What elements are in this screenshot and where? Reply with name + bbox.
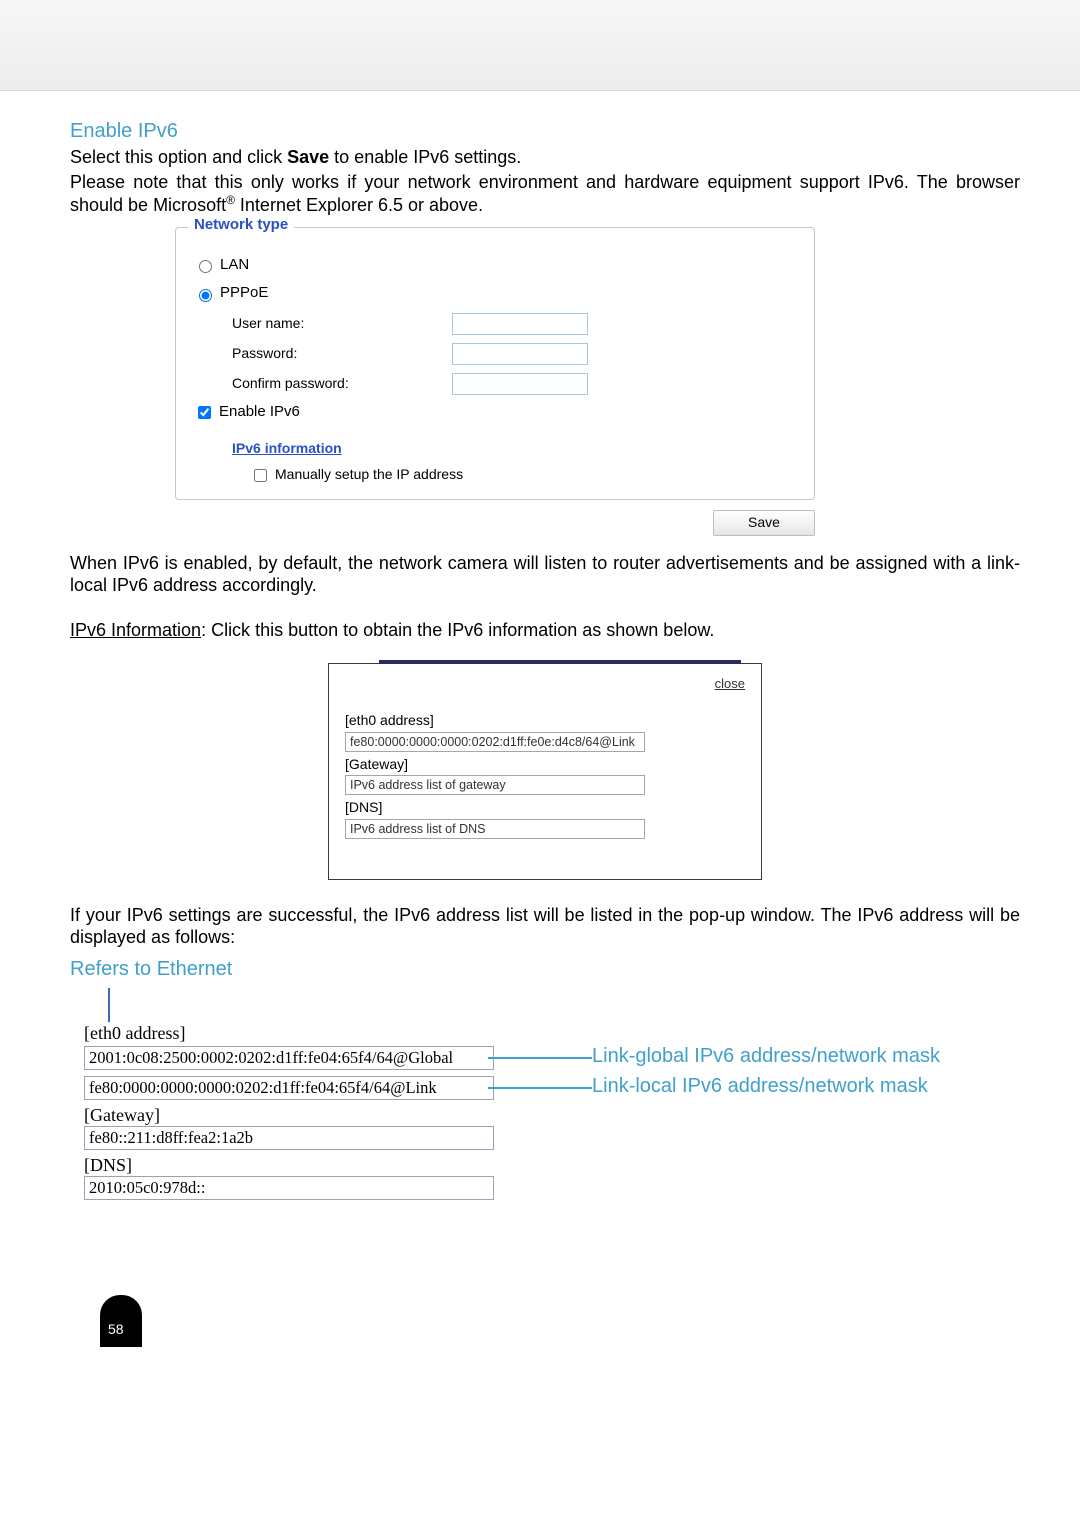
popup-dns-label: [DNS] [345,799,745,817]
password-label: Password: [232,345,452,363]
lan-radio[interactable] [199,260,212,273]
network-type-legend: Network type [188,216,294,235]
annotated-ipv6-diagram: [eth0 address] [eth0 address] 2001:0c08:… [70,988,1020,1218]
ipv6-information-link[interactable]: IPv6 information [232,440,342,458]
popup-gateway-value: IPv6 address list of gateway [345,775,645,795]
intro-line2b: Internet Explorer 6.5 or above. [235,195,483,215]
enable-ipv6-checkbox[interactable] [198,406,211,419]
callout-global: Link-global IPv6 address/network mask [592,1044,940,1069]
confirm-password-label: Confirm password: [232,375,452,393]
save-button[interactable]: Save [713,510,815,536]
popup-close-link[interactable]: close [345,676,745,692]
intro-line2a: Please note that this only works if your… [70,172,1020,216]
lan-radio-row[interactable]: LAN [194,256,796,275]
lan-radio-label: LAN [220,256,249,275]
pppoe-radio-row[interactable]: PPPoE [194,284,796,303]
callout-line-global [488,1057,592,1059]
manual-ip-label: Manually setup the IP address [275,466,463,484]
pppoe-radio-label: PPPoE [220,284,268,303]
confirm-password-field[interactable] [452,373,588,395]
enable-ipv6-check-row[interactable]: Enable IPv6 [194,403,796,422]
ipv6-information-sentence: IPv6 Information: Click this button to o… [70,619,1020,642]
after-popup-paragraph: If your IPv6 settings are successful, th… [70,904,1020,949]
anno-dns-label: [DNS] [84,1154,132,1177]
page-header-band [0,0,1080,91]
manual-ip-row[interactable]: Manually setup the IP address [250,466,796,485]
user-name-field[interactable] [452,313,588,335]
intro-text: Select this option and click Save to ena… [70,146,1020,217]
popup-gateway-label: [Gateway] [345,756,745,774]
anno-global-address: 2001:0c08:2500:0002:0202:d1ff:fe04:65f4/… [84,1046,494,1070]
after-form-paragraph: When IPv6 is enabled, by default, the ne… [70,552,1020,597]
popup-eth0-value: fe80:0000:0000:0000:0202:d1ff:fe0e:d4c8/… [345,732,645,752]
registered-symbol: ® [226,193,235,207]
anno-gateway-value: fe80::211:d8ff:fea2:1a2b [84,1126,494,1150]
pppoe-subform: User name: Password: Confirm password: [232,313,796,395]
intro-save-word: Save [287,147,329,167]
anno-link-address: fe80:0000:0000:0000:0202:d1ff:fe04:65f4/… [84,1076,494,1100]
intro-line1a: Select this option and click [70,147,287,167]
manual-ip-checkbox[interactable] [254,469,267,482]
network-type-form-panel: Network type LAN PPPoE User name: Passwo [175,227,815,536]
page-number-tab: 58 [100,1295,142,1347]
ipv6-info-popup: close [eth0 address] fe80:0000:0000:0000… [328,663,762,880]
callout-link: Link-local IPv6 address/network mask [592,1074,928,1099]
anno-dns-value: 2010:05c0:978d:: [84,1176,494,1200]
page-number: 58 [108,1321,124,1337]
user-name-label: User name: [232,315,452,333]
pppoe-radio[interactable] [199,289,212,302]
enable-ipv6-check-label: Enable IPv6 [219,403,300,422]
popup-eth0-label: [eth0 address] [345,712,745,730]
intro-line1c: to enable IPv6 settings. [329,147,521,167]
anno-gateway-label: [Gateway] [84,1104,160,1127]
anno-eth0-label-bound: [eth0 address] [84,1022,185,1045]
refers-vertical-line [108,988,110,1024]
refers-to-ethernet-heading: Refers to Ethernet [70,957,1020,982]
callout-line-link [488,1087,592,1089]
network-type-fieldset: Network type LAN PPPoE User name: Passwo [175,227,815,500]
ipv6-information-underline: IPv6 Information [70,620,201,640]
ipv6-information-rest: : Click this button to obtain the IPv6 i… [201,620,714,640]
enable-ipv6-heading: Enable IPv6 [70,119,1020,144]
popup-dns-value: IPv6 address list of DNS [345,819,645,839]
password-field[interactable] [452,343,588,365]
